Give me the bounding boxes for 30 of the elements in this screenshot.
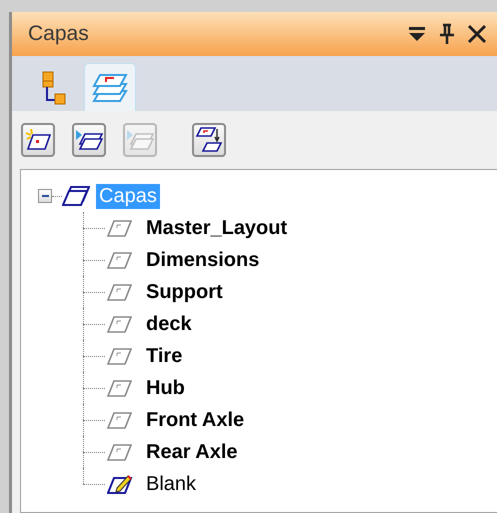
- layer-icon: [107, 346, 133, 366]
- tree-item[interactable]: deck: [143, 312, 195, 336]
- toolbar-button[interactable]: [21, 123, 55, 157]
- hide-layer-icon: [126, 128, 154, 152]
- layer-icon: [107, 378, 133, 398]
- layer-icon: [107, 250, 133, 270]
- new-layer-icon: [25, 128, 51, 152]
- tree-item[interactable]: Support: [143, 280, 226, 304]
- layer-icon: [107, 282, 133, 302]
- tree-item[interactable]: Blank: [143, 472, 200, 496]
- tree-item[interactable]: Front Axle: [143, 408, 248, 432]
- tree-item[interactable]: Dimensions: [143, 248, 262, 272]
- show-layer-icon: [75, 128, 103, 152]
- collapse-toggle[interactable]: [38, 189, 52, 203]
- tree-item[interactable]: Hub: [143, 376, 188, 400]
- move-layer-icon: [195, 126, 223, 154]
- panel-tab[interactable]: [84, 63, 136, 111]
- layer-icon: [107, 218, 133, 238]
- tree-item[interactable]: Master_Layout: [143, 216, 290, 240]
- layer-icon: [107, 314, 133, 334]
- layer-icon: [107, 442, 133, 462]
- layer-edit-icon: [107, 473, 133, 495]
- layers-icon: [62, 185, 90, 207]
- panel-title: Capas: [28, 22, 90, 46]
- tree-item[interactable]: Rear Axle: [143, 440, 241, 464]
- tree-item[interactable]: Tire: [143, 344, 186, 368]
- close-icon[interactable]: [465, 22, 489, 46]
- toolbar-button[interactable]: [192, 123, 226, 157]
- toolbar-button[interactable]: [72, 123, 106, 157]
- layer-icon: [107, 410, 133, 430]
